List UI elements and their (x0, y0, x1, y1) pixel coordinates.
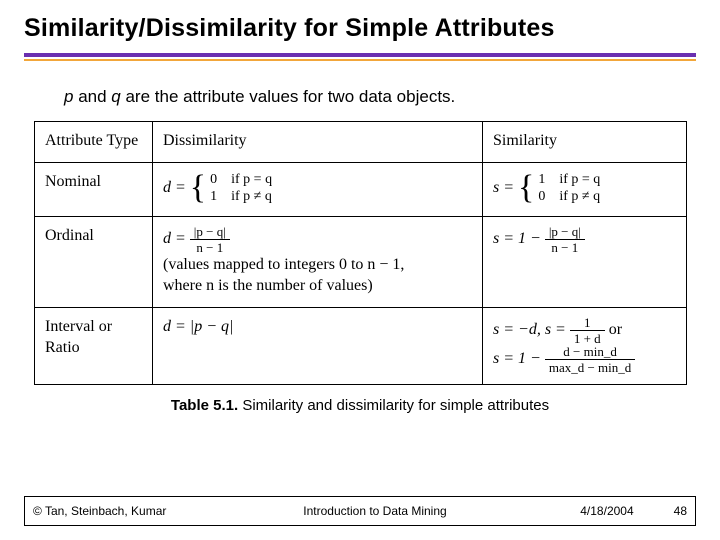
row-ordinal-label: Ordinal (35, 216, 153, 307)
caption-bold: Table 5.1. (171, 397, 238, 414)
row-ratio-similarity: s = −d, s = 1 1 + d or s = 1 − d − min_d… (483, 307, 687, 384)
header-similarity: Similarity (483, 122, 687, 163)
ratio-s1-den: 1 + d (570, 331, 605, 345)
footer-right: 4/18/2004 48 (525, 504, 695, 518)
nominal-s-line1: 1 if p = q (538, 171, 600, 189)
nominal-d-line2: 1 if p ≠ q (210, 188, 272, 206)
ratio-s2-pre: s = 1 − (493, 350, 545, 367)
footer-bar: © Tan, Steinbach, Kumar Introduction to … (24, 496, 696, 526)
ratio-s2-frac: d − min_d max_d − min_d (545, 345, 635, 374)
title-rule-purple (24, 53, 696, 57)
footer-page: 48 (674, 504, 687, 518)
brace-icon: { (190, 173, 206, 204)
ordinal-s-den: n − 1 (545, 240, 585, 254)
table-row: Nominal d = { 0 if p = q 1 if p ≠ q s = … (35, 162, 687, 216)
header-attribute-type: Attribute Type (35, 122, 153, 163)
table-row: Interval or Ratio d = |p − q| s = −d, s … (35, 307, 687, 384)
nominal-d-pre: d = (163, 179, 190, 196)
ordinal-s-frac: |p − q| n − 1 (545, 225, 585, 254)
brace-icon: { (518, 173, 534, 204)
nominal-s-line2: 0 if p ≠ q (538, 188, 600, 206)
ordinal-note1: (values mapped to integers 0 to n − 1, (163, 256, 404, 273)
ordinal-s-num: |p − q| (545, 225, 585, 240)
var-q: q (111, 87, 120, 106)
row-nominal-label: Nominal (35, 162, 153, 216)
ratio-s1-num: 1 (570, 316, 605, 331)
nominal-s-piece: 1 if p = q 0 if p ≠ q (538, 171, 600, 206)
title-rule-orange (24, 59, 696, 61)
footer-title: Introduction to Data Mining (225, 504, 525, 518)
ordinal-d-num: |p − q| (190, 225, 230, 240)
table-row: Ordinal d = |p − q| n − 1 (values mapped… (35, 216, 687, 307)
ordinal-d-den: n − 1 (190, 240, 230, 254)
ratio-s2-num: d − min_d (545, 345, 635, 360)
header-dissimilarity: Dissimilarity (153, 122, 483, 163)
intro-mid: and (73, 87, 111, 106)
row-ratio-label: Interval or Ratio (35, 307, 153, 384)
intro-text: p and q are the attribute values for two… (64, 87, 696, 107)
slide: Similarity/Dissimilarity for Simple Attr… (0, 0, 720, 540)
ordinal-d-frac: |p − q| n − 1 (190, 225, 230, 254)
slide-title: Similarity/Dissimilarity for Simple Attr… (24, 14, 696, 43)
ordinal-s-pre: s = 1 − (493, 230, 545, 247)
table-caption: Table 5.1. Similarity and dissimilarity … (24, 397, 696, 414)
ratio-s1-or: or (609, 321, 622, 338)
ratio-s2-den: max_d − min_d (545, 360, 635, 374)
ratio-s1-frac: 1 1 + d (570, 316, 605, 345)
attributes-table: Attribute Type Dissimilarity Similarity … (34, 121, 687, 385)
footer-authors: © Tan, Steinbach, Kumar (25, 504, 225, 518)
row-ordinal-dissimilarity: d = |p − q| n − 1 (values mapped to inte… (153, 216, 483, 307)
row-nominal-similarity: s = { 1 if p = q 0 if p ≠ q (483, 162, 687, 216)
row-ratio-dissimilarity: d = |p − q| (153, 307, 483, 384)
table-header-row: Attribute Type Dissimilarity Similarity (35, 122, 687, 163)
nominal-d-piece: 0 if p = q 1 if p ≠ q (210, 171, 272, 206)
ordinal-note2: where n is the number of values) (163, 277, 373, 294)
row-ordinal-similarity: s = 1 − |p − q| n − 1 (483, 216, 687, 307)
nominal-d-line1: 0 if p = q (210, 171, 272, 189)
footer-date: 4/18/2004 (580, 504, 633, 518)
intro-tail: are the attribute values for two data ob… (121, 87, 456, 106)
row-nominal-dissimilarity: d = { 0 if p = q 1 if p ≠ q (153, 162, 483, 216)
nominal-s-pre: s = (493, 179, 518, 196)
ordinal-d-pre: d = (163, 230, 190, 247)
ratio-s1-pre: s = −d, s = (493, 321, 570, 338)
caption-rest: Similarity and dissimilarity for simple … (238, 397, 549, 414)
